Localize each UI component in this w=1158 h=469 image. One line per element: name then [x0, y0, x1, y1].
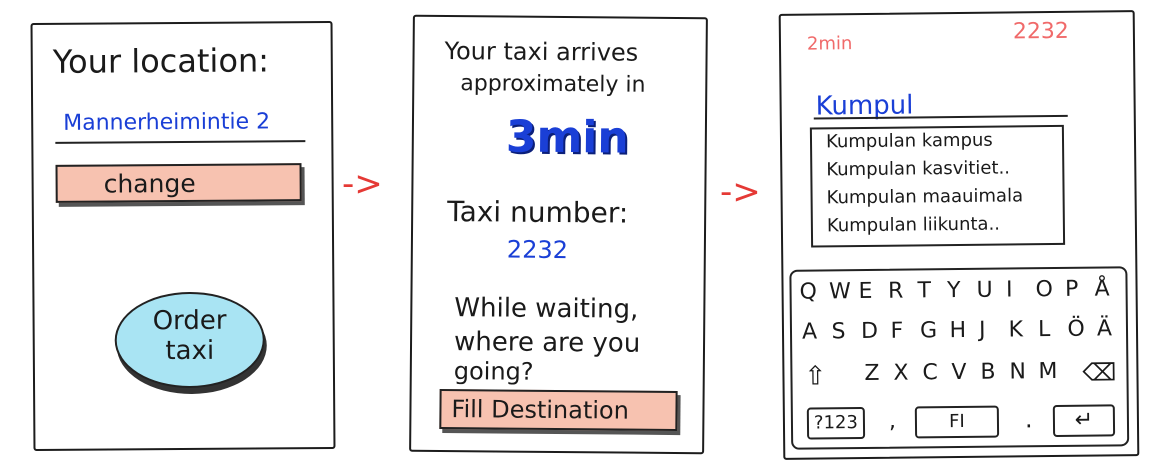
location-label: Your location: — [52, 41, 270, 81]
key-p[interactable]: P — [1065, 277, 1079, 302]
keyboard-row-3: ZXCVBNM — [791, 268, 1125, 386]
question-line-2: where are you — [453, 327, 641, 359]
question-line-3: going? — [453, 357, 534, 386]
key-n[interactable]: N — [1009, 359, 1026, 384]
keyboard-row-1: QWERTYUIOPÅ — [791, 268, 1125, 304]
comma-key[interactable]: , — [889, 409, 896, 434]
location-value[interactable]: Mannerheimintie 2 — [63, 109, 270, 135]
key-v[interactable]: V — [951, 360, 966, 385]
eta-value: 3min — [505, 111, 629, 164]
key-h[interactable]: H — [949, 318, 966, 343]
key-x[interactable]: X — [893, 361, 908, 386]
space-key[interactable]: FI — [914, 405, 1000, 439]
key-o[interactable]: O — [1035, 277, 1053, 302]
num-key-label: ?123 — [813, 412, 859, 434]
suggestion-item[interactable]: Kumpulan kasvitiet.. — [826, 157, 1010, 180]
key-å[interactable]: Å — [1094, 276, 1109, 301]
enter-key-icon: ↵ — [1074, 407, 1094, 433]
order-taxi-button[interactable]: Order taxi — [114, 291, 266, 389]
key-g[interactable]: G — [920, 318, 937, 343]
keyboard: QWERTYUIOPÅ ASDFGHJKLÖÄ ZXCVBNM ⇧ ⌫ ?123… — [789, 266, 1130, 450]
space-key-label: FI — [948, 410, 965, 433]
change-button-label: change — [103, 168, 196, 199]
eta-small: 2min — [806, 33, 853, 55]
key-ä[interactable]: Ä — [1097, 316, 1112, 341]
suggestion-item[interactable]: Kumpulan liikunta.. — [827, 214, 1000, 237]
enter-key[interactable]: ↵ — [1052, 404, 1116, 438]
key-a[interactable]: A — [802, 319, 817, 344]
order-taxi-label-1: Order — [152, 305, 227, 337]
taxi-number-label: Taxi number: — [447, 195, 629, 230]
question-line-1: While waiting, — [454, 293, 639, 325]
key-t[interactable]: T — [917, 278, 931, 303]
suggestion-item[interactable]: Kumpulan kampus — [826, 130, 993, 153]
key-y[interactable]: Y — [947, 278, 961, 303]
key-z[interactable]: Z — [864, 361, 879, 386]
key-r[interactable]: R — [888, 279, 904, 304]
arrives-text-2: approximately in — [460, 71, 646, 98]
taxi-number-value: 2232 — [506, 235, 569, 265]
screen-destination: 2min 2232 Kumpul Kumpulan kampus Kumpula… — [778, 10, 1140, 460]
change-button[interactable]: change — [55, 163, 302, 203]
screen-location: Your location: Mannerheimintie 2 change … — [30, 20, 336, 452]
key-l[interactable]: L — [1038, 317, 1051, 342]
key-i[interactable]: I — [1006, 277, 1013, 302]
key-s[interactable]: S — [831, 319, 845, 344]
fill-destination-label: Fill Destination — [451, 395, 630, 425]
key-u[interactable]: U — [976, 278, 992, 303]
taxi-number-small: 2232 — [1012, 18, 1070, 45]
keyboard-row-2: ASDFGHJKLÖÄ — [791, 268, 1125, 344]
arrives-text-1: Your taxi arrives — [444, 36, 639, 67]
key-c[interactable]: C — [922, 360, 938, 385]
key-ö[interactable]: Ö — [1067, 317, 1085, 342]
key-q[interactable]: Q — [799, 279, 817, 304]
period-key[interactable]: . — [1025, 405, 1033, 433]
key-j[interactable]: J — [979, 318, 986, 343]
fill-destination-button[interactable]: Fill Destination — [439, 388, 678, 432]
arrow-1: -> — [342, 164, 383, 204]
key-f[interactable]: F — [890, 319, 903, 344]
suggestion-list: Kumpulan kampus Kumpulan kasvitiet.. Kum… — [809, 124, 1066, 248]
key-m[interactable]: M — [1038, 359, 1057, 384]
backspace-key-icon[interactable]: ⌫ — [1082, 358, 1116, 386]
order-taxi-label-2: taxi — [165, 335, 215, 367]
key-b[interactable]: B — [980, 360, 995, 385]
suggestion-item[interactable]: Kumpulan maauimala — [826, 185, 1023, 208]
shift-key-icon[interactable]: ⇧ — [804, 361, 826, 391]
key-w[interactable]: W — [829, 279, 851, 304]
arrow-2: -> — [720, 172, 761, 212]
screen-taxi-arriving: Your taxi arrives approximately in 3min … — [409, 14, 708, 455]
key-k[interactable]: K — [1008, 317, 1023, 342]
key-e[interactable]: E — [858, 279, 872, 304]
num-key[interactable]: ?123 — [806, 406, 866, 440]
location-underline — [55, 140, 306, 144]
key-d[interactable]: D — [861, 319, 878, 344]
